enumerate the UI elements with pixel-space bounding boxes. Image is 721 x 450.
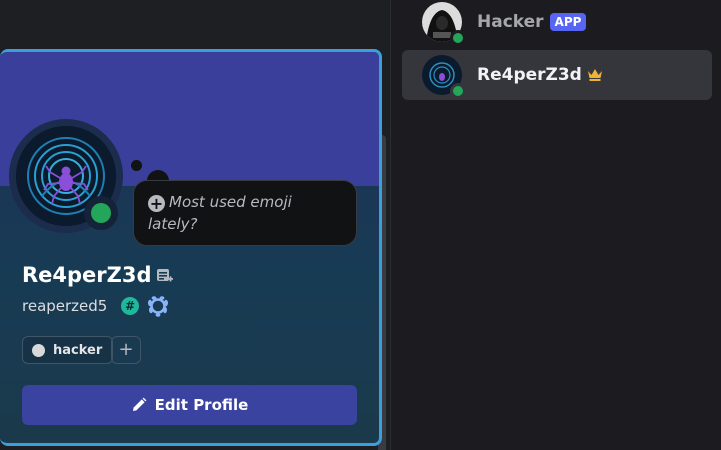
profile-display-name: Re4perZ3d — [22, 263, 152, 287]
edit-profile-label: Edit Profile — [154, 396, 249, 414]
hashtag-badge-icon[interactable]: # — [121, 297, 139, 315]
online-status-icon — [450, 83, 466, 99]
member-avatar-wrap — [422, 55, 466, 99]
member-avatar-wrap — [422, 2, 466, 46]
member-item-hacker[interactable]: Hacker APP — [402, 0, 712, 47]
custom-status-bubble[interactable]: + Most used emoji lately? — [133, 180, 357, 246]
custom-status-text: + Most used emoji lately? — [148, 191, 342, 235]
laurel-badge-icon[interactable] — [146, 294, 170, 322]
online-status-icon — [450, 30, 466, 46]
edit-profile-button[interactable]: Edit Profile — [22, 385, 357, 425]
app-badge: APP — [549, 13, 587, 31]
member-name: Re4perZ3d — [477, 65, 582, 85]
member-name: Hacker — [477, 12, 544, 32]
role-label: hacker — [53, 342, 103, 358]
thought-bubble-dot — [131, 160, 142, 171]
role-chip-hacker[interactable]: hacker — [22, 336, 114, 364]
status-prompt: Most used emoji lately? — [148, 193, 292, 233]
crown-icon — [587, 66, 603, 85]
pencil-icon — [132, 397, 147, 411]
edit-note-icon[interactable] — [156, 268, 174, 288]
online-status-icon — [91, 203, 111, 223]
profile-card: + Most used emoji lately? Re4perZ3d reape… — [0, 49, 382, 446]
role-color-dot — [32, 343, 45, 357]
profile-username: reaperzed5 — [22, 297, 108, 315]
add-emoji-icon[interactable]: + — [148, 195, 165, 212]
member-item-re4perz3d[interactable]: Re4perZ3d — [402, 50, 712, 100]
add-role-button[interactable]: + — [111, 336, 141, 364]
